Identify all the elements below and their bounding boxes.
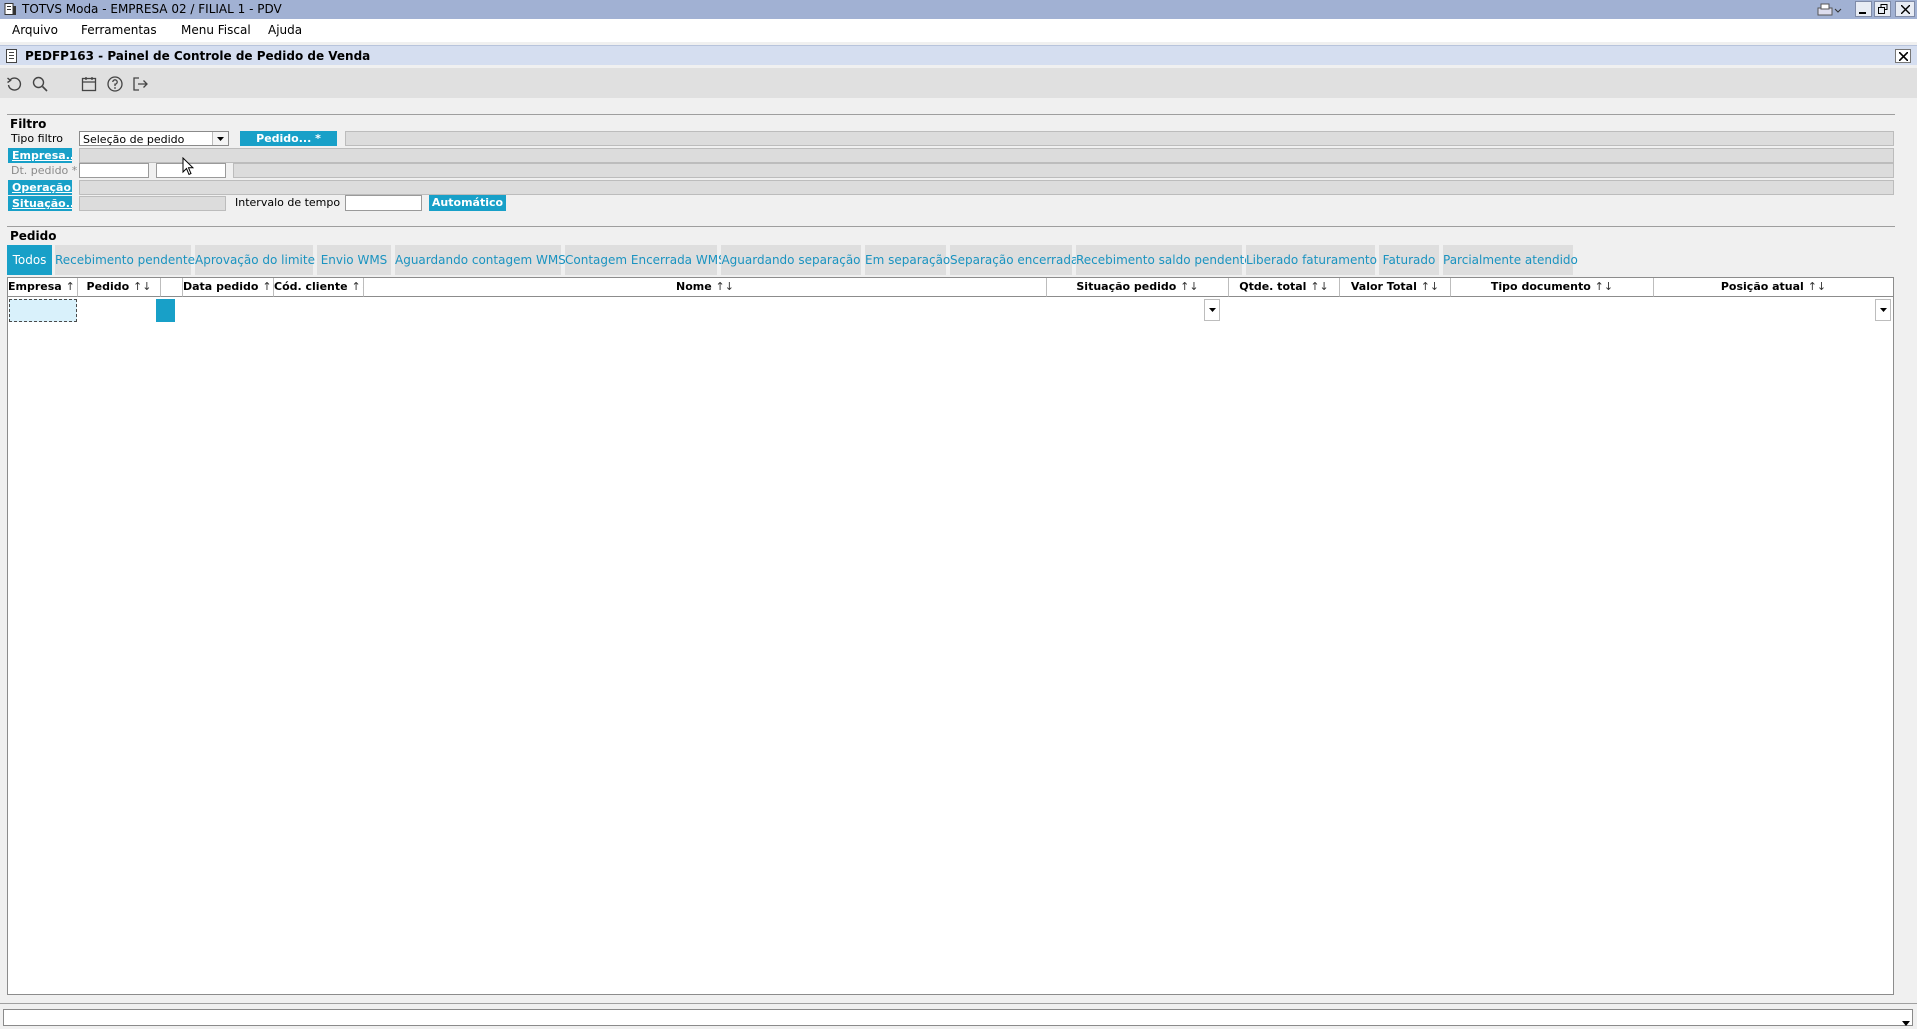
tab-contagem-encerrada-wms[interactable]: Contagem Encerrada WMS <box>565 245 726 275</box>
exit-icon[interactable] <box>131 75 149 93</box>
column-header-nome[interactable]: Nome ↑↓ <box>364 278 1047 297</box>
tab-liberado-faturamento[interactable]: Liberado faturamento <box>1246 245 1377 275</box>
refresh-icon[interactable] <box>5 75 23 93</box>
tab-separacao-encerrada[interactable]: Separação encerrada <box>950 245 1078 275</box>
tab-envio-wms[interactable]: Envio WMS <box>317 245 391 275</box>
column-header-empresa[interactable]: Empresa ↑↓ <box>8 278 78 297</box>
tab-recebimento-saldo-pendente[interactable]: Recebimento saldo pendente <box>1076 245 1252 275</box>
tab-todos[interactable]: Todos <box>7 245 52 275</box>
restore-icon <box>1877 4 1887 14</box>
calendar-icon[interactable] <box>80 75 98 93</box>
tab-em-separacao[interactable]: Em separação <box>865 245 950 275</box>
tipo-filtro-value: Seleção de pedido <box>83 133 185 146</box>
form-title-bar: PEDFP163 - Painel de Controle de Pedido … <box>0 45 1917 65</box>
menu-ajuda[interactable]: Ajuda <box>268 23 302 38</box>
chevron-down-icon[interactable] <box>212 132 228 145</box>
column-header-flag[interactable] <box>161 278 183 297</box>
chevron-down-icon <box>1879 308 1887 312</box>
window-title: TOTVS Moda - EMPRESA 02 / FILIAL 1 - PDV <box>22 2 282 16</box>
window-title-bar: TOTVS Moda - EMPRESA 02 / FILIAL 1 - PDV <box>0 0 1917 19</box>
dt-pedido-label: Dt. pedido * <box>11 164 78 177</box>
restore-button[interactable] <box>1874 1 1891 17</box>
pedido-lookup-button[interactable]: Pedido... * <box>240 131 337 146</box>
menu-arquivo[interactable]: Arquivo <box>12 23 58 38</box>
automatico-button[interactable]: Automático <box>429 195 506 211</box>
dt-pedido-start-input[interactable] <box>79 163 149 178</box>
close-icon <box>1900 4 1910 14</box>
menu-bar: Arquivo Ferramentas Menu Fiscal Ajuda <box>0 19 1917 42</box>
status-combo[interactable] <box>3 1009 1913 1026</box>
close-button[interactable] <box>1895 1 1915 17</box>
situacao-field <box>79 196 226 211</box>
column-header-situacao-pedido[interactable]: Situação pedido ↑↓ <box>1047 278 1229 297</box>
tab-aguardando-contagem-wms[interactable]: Aguardando contagem WMS <box>395 245 566 275</box>
column-header-pedido[interactable]: Pedido ↑↓ <box>78 278 161 297</box>
printer-icon[interactable] <box>1816 2 1842 17</box>
row-flag-cell[interactable] <box>156 299 175 322</box>
column-header-tipo-documento[interactable]: Tipo documento ↑↓ <box>1451 278 1654 297</box>
search-icon[interactable] <box>31 75 49 93</box>
tab-aprovacao-do-limite[interactable]: Aprovação do limite <box>195 245 315 275</box>
column-header-data-pedido[interactable]: Data pedido ↑↓ <box>183 278 274 297</box>
filter-separator <box>7 114 1895 115</box>
empresa-field <box>79 148 1894 163</box>
tipo-filtro-select[interactable]: Seleção de pedido <box>79 131 229 146</box>
filter-section-title: Filtro <box>10 117 47 131</box>
column-header-qtde-total[interactable]: Qtde. total ↑↓ <box>1229 278 1340 297</box>
chevron-down-icon[interactable] <box>1902 1016 1910 1029</box>
pedido-description-field <box>345 131 1894 146</box>
situacao-lookup-button[interactable]: Situação... <box>8 196 72 211</box>
selected-cell-empresa[interactable] <box>9 299 77 322</box>
tab-aguardando-separacao[interactable]: Aguardando separação <box>721 245 861 275</box>
column-header-posicao-atual[interactable]: Posição atual ↑↓ <box>1654 278 1893 297</box>
operacao-field <box>79 180 1894 195</box>
pedido-section-title: Pedido <box>10 229 57 243</box>
close-icon <box>1898 51 1908 61</box>
situacao-pedido-dropdown[interactable] <box>1204 299 1220 321</box>
form-close-button[interactable] <box>1895 49 1911 63</box>
pedido-separator <box>7 226 1895 227</box>
form-icon <box>6 49 19 66</box>
dt-pedido-description-field <box>233 163 1894 178</box>
tab-recebimento-pendente[interactable]: Recebimento pendente <box>55 245 195 275</box>
form-title: PEDFP163 - Painel de Controle de Pedido … <box>25 49 371 63</box>
minimize-icon <box>1859 11 1866 14</box>
minimize-button[interactable] <box>1855 1 1872 17</box>
tipo-filtro-label: Tipo filtro <box>11 132 63 145</box>
empresa-lookup-button[interactable]: Empresa... * <box>8 148 72 163</box>
operacao-lookup-button[interactable]: Operação... <box>8 180 72 195</box>
tab-faturado[interactable]: Faturado <box>1379 245 1439 275</box>
column-header-cod-cliente[interactable]: Cód. cliente ↑↓ <box>274 278 364 297</box>
status-bar <box>0 1003 1917 1027</box>
menu-ferramentas[interactable]: Ferramentas <box>81 23 157 38</box>
toolbar <box>0 68 1917 98</box>
tab-parcialmente-atendido[interactable]: Parcialmente atendido <box>1443 245 1578 275</box>
app-icon <box>4 3 17 16</box>
help-icon[interactable] <box>106 75 124 93</box>
pedido-grid[interactable]: Empresa ↑↓ Pedido ↑↓ Data pedido ↑↓ Cód.… <box>7 277 1894 995</box>
column-header-valor-total[interactable]: Valor Total ↑↓ <box>1340 278 1451 297</box>
menu-fiscal[interactable]: Menu Fiscal <box>181 23 251 38</box>
posicao-atual-dropdown[interactable] <box>1875 299 1891 321</box>
intervalo-input[interactable] <box>345 195 422 211</box>
mouse-cursor-icon <box>182 156 195 179</box>
chevron-down-icon <box>1208 308 1216 312</box>
intervalo-label: Intervalo de tempo <box>235 196 341 209</box>
